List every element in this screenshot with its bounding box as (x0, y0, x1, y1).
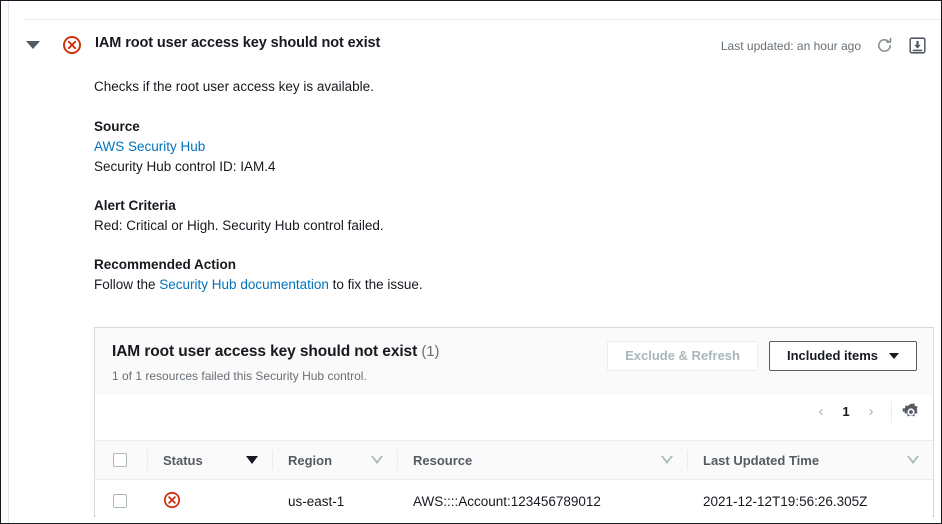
select-all-header (95, 440, 147, 480)
check-header: IAM root user access key should not exis… (10, 32, 941, 66)
aws-security-hub-link[interactable]: AWS Security Hub (94, 139, 205, 154)
header-actions: Last updated: an hour ago (721, 36, 927, 55)
header-divider (397, 450, 398, 470)
card-header: IAM root user access key should not exis… (95, 328, 933, 423)
recommended-action-text: Follow the Security Hub documentation to… (94, 277, 423, 292)
card-actions: Exclude & Refresh Included items (607, 341, 917, 371)
card-subtitle: 1 of 1 resources failed this Security Hu… (112, 369, 367, 383)
chevron-left-icon[interactable]: ‹ (808, 400, 834, 424)
source-label: Source (94, 119, 140, 134)
chevron-down-icon (889, 353, 899, 359)
chevron-right-icon[interactable]: › (858, 400, 884, 424)
recommended-action-prefix: Follow the (94, 277, 160, 292)
included-items-label: Included items (786, 348, 878, 363)
header-divider (687, 450, 688, 470)
included-items-dropdown[interactable]: Included items (768, 341, 917, 371)
pagination: ‹ 1 › (808, 400, 921, 424)
content-area: IAM root user access key should not exis… (10, 1, 941, 523)
card-count: (1) (421, 343, 440, 360)
column-header-resource[interactable]: Resource (397, 440, 687, 480)
region-value: us-east-1 (288, 493, 345, 509)
resource-value: AWS::::Account:123456789012 (413, 493, 601, 509)
column-header-last-updated-time[interactable]: Last Updated Time (687, 440, 933, 480)
column-header-region[interactable]: Region (272, 440, 397, 480)
table-header-row: Status Region Resource Last Updated Time (95, 440, 933, 480)
cell-resource: AWS::::Account:123456789012 (397, 479, 687, 522)
card-title: IAM root user access key should not exis… (112, 343, 440, 361)
sort-icon[interactable] (661, 456, 673, 464)
header-divider (147, 450, 148, 470)
source-link-row: AWS Security Hub (94, 139, 205, 154)
cell-last-updated-time: 2021-12-12T19:56:26.305Z (687, 479, 933, 522)
last-updated-text: Last updated: an hour ago (720, 38, 861, 53)
cell-status (147, 479, 272, 522)
error-circle-x-icon (62, 35, 82, 55)
alert-criteria-label: Alert Criteria (94, 198, 176, 213)
card-title-text: IAM root user access key should not exis… (112, 343, 418, 360)
error-circle-x-icon (163, 491, 181, 512)
resources-card: IAM root user access key should not exis… (94, 327, 934, 522)
row-checkbox[interactable] (113, 494, 127, 508)
sort-icon[interactable] (907, 456, 919, 464)
resources-table: Status Region Resource Last Updated Time… (95, 440, 933, 522)
exclude-and-refresh-button[interactable]: Exclude & Refresh (607, 341, 758, 371)
pagination-divider (891, 401, 892, 423)
column-label-region: Region (288, 452, 333, 468)
left-rail (1, 1, 9, 523)
download-icon[interactable] (908, 36, 927, 55)
alert-criteria-text: Red: Critical or High. Security Hub cont… (94, 218, 384, 233)
sort-icon[interactable] (371, 456, 383, 464)
select-all-checkbox[interactable] (113, 453, 127, 467)
column-header-status[interactable]: Status (147, 440, 272, 480)
column-label-resource: Resource (413, 452, 473, 468)
cell-region: us-east-1 (272, 479, 397, 522)
header-divider (272, 450, 273, 470)
recommended-action-label: Recommended Action (94, 257, 237, 272)
refresh-icon[interactable] (875, 36, 894, 55)
table-row: us-east-1 AWS::::Account:123456789012 20… (95, 479, 933, 522)
security-hub-documentation-link[interactable]: Security Hub documentation (159, 277, 329, 292)
source-control-id: Security Hub control ID: IAM.4 (94, 159, 276, 174)
row-select-cell (95, 479, 147, 522)
column-label-status: Status (163, 452, 203, 468)
column-label-last-updated-time: Last Updated Time (703, 452, 820, 468)
caret-down-icon[interactable] (26, 41, 40, 49)
gear-icon[interactable] (901, 402, 921, 422)
recommended-action-suffix: to fix the issue. (328, 277, 423, 292)
section-divider (23, 19, 941, 20)
check-detail-screen: IAM root user access key should not exis… (0, 0, 942, 524)
last-updated-time-value: 2021-12-12T19:56:26.305Z (703, 493, 868, 509)
page-number-1[interactable]: 1 (834, 400, 858, 424)
sort-descending-icon[interactable] (246, 456, 258, 464)
check-description: Checks if the root user access key is av… (94, 79, 374, 94)
page-title: IAM root user access key should not exis… (95, 35, 381, 51)
